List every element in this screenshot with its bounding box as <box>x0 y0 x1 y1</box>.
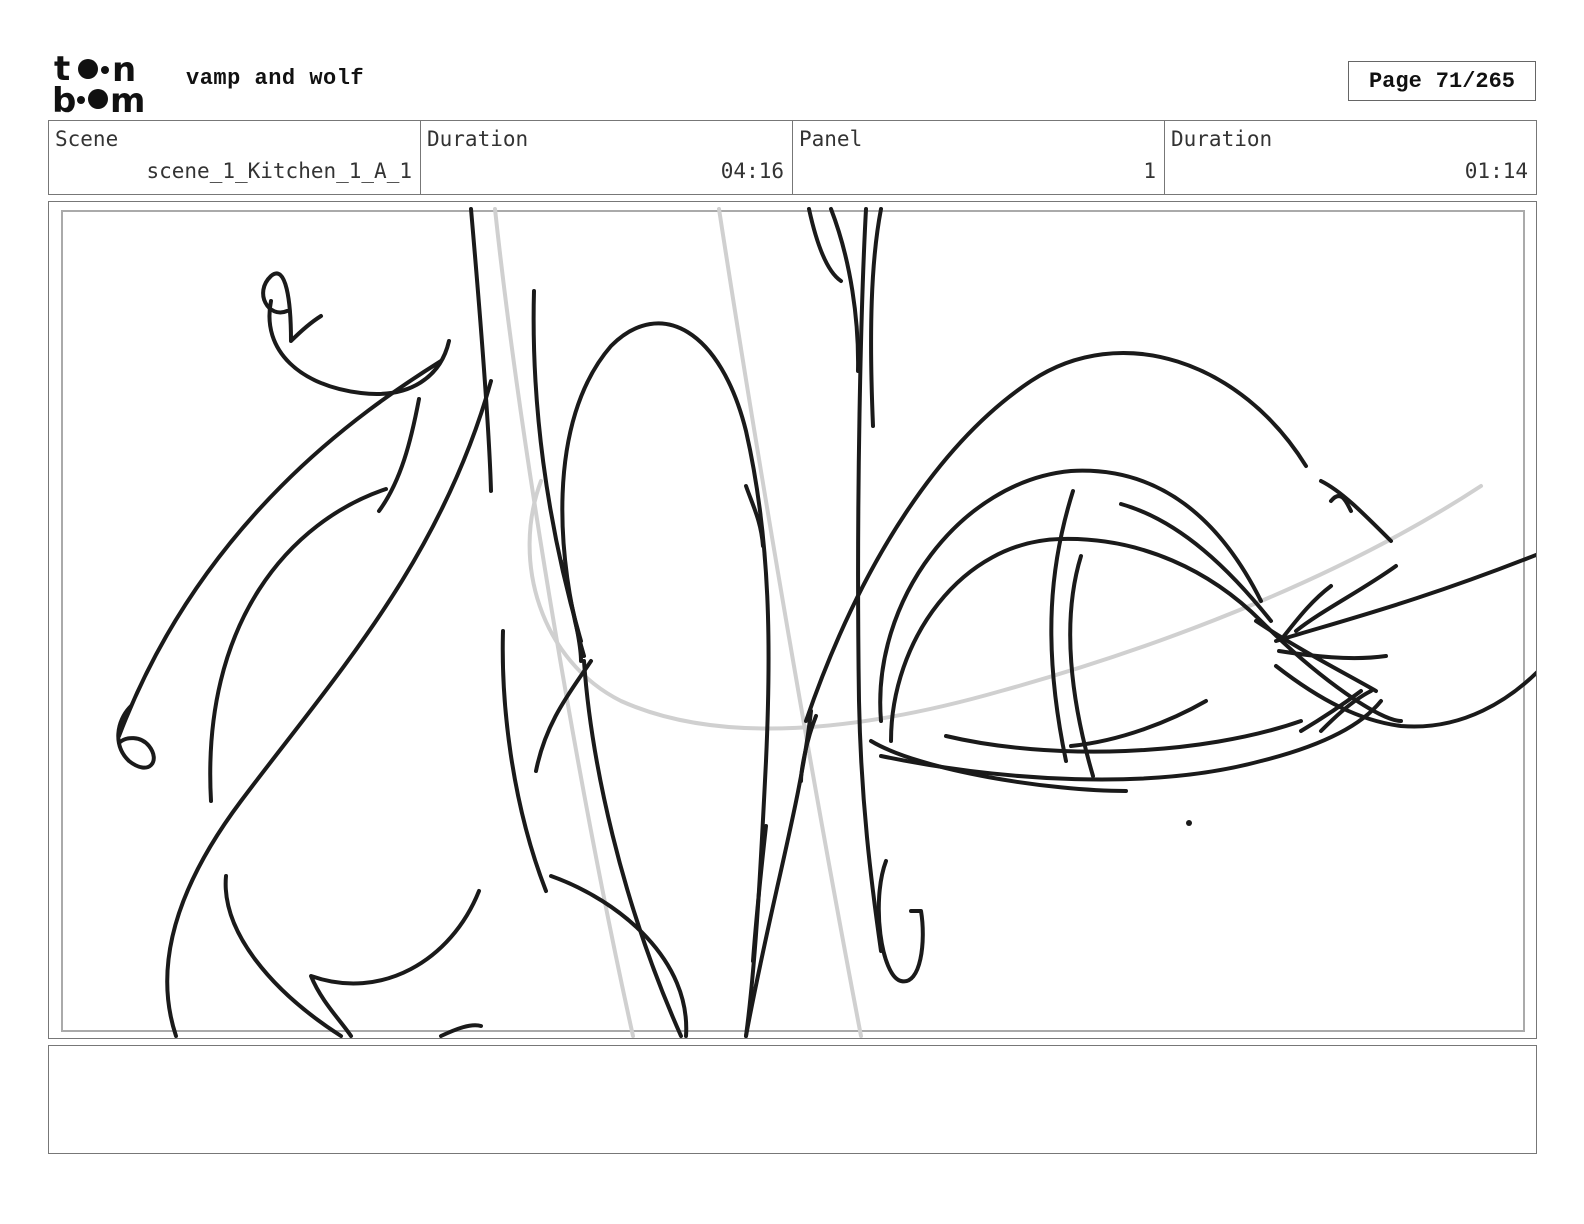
panel-cell: Panel 1 <box>793 121 1165 194</box>
page-label: Page <box>1368 68 1422 94</box>
panel-label: Panel <box>799 127 863 151</box>
scene-duration-label: Duration <box>427 127 529 151</box>
svg-text:b: b <box>52 81 76 114</box>
toon-boom-logo: t n b m <box>52 50 145 114</box>
page-number: 71/265 <box>1435 68 1516 94</box>
panel-value: 1 <box>1143 159 1156 183</box>
panel-notes <box>48 1045 1537 1154</box>
storyboard-panel <box>48 201 1537 1039</box>
panel-duration-label: Duration <box>1171 127 1273 151</box>
panel-duration-value: 01:14 <box>1464 159 1528 183</box>
scene-cell: Scene scene_1_Kitchen_1_A_1 <box>49 121 421 194</box>
scene-duration-cell: Duration 04:16 <box>421 121 793 194</box>
panel-duration-cell: Duration 01:14 <box>1165 121 1536 194</box>
panel-sketch <box>61 207 1536 1038</box>
page-indicator: Page 71/265 <box>1348 61 1536 101</box>
project-title: vamp and wolf <box>186 66 365 91</box>
svg-text:m: m <box>110 81 145 114</box>
sketch-strokes <box>116 207 1536 1038</box>
scene-info-table: Scene scene_1_Kitchen_1_A_1 Duration 04:… <box>48 120 1537 195</box>
scene-value: scene_1_Kitchen_1_A_1 <box>146 159 412 183</box>
scene-duration-value: 04:16 <box>720 159 784 183</box>
scene-label: Scene <box>55 127 119 151</box>
